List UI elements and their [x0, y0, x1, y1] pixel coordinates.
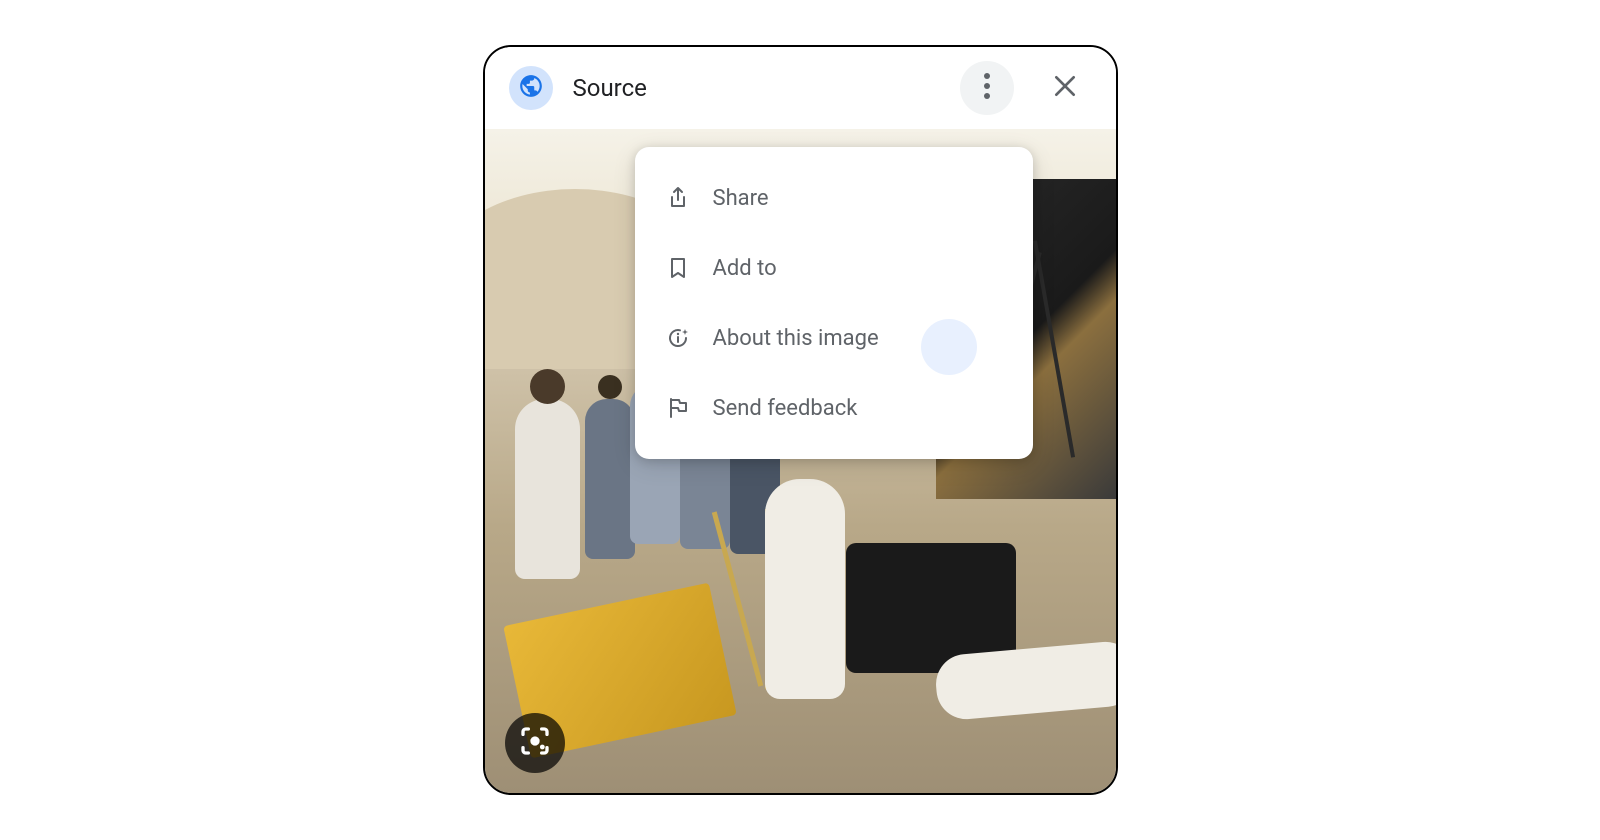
header-title: Source [573, 74, 960, 102]
flag-icon [665, 395, 691, 421]
close-button[interactable] [1038, 61, 1092, 115]
lens-icon [519, 725, 551, 761]
header-bar: Source [485, 47, 1116, 129]
menu-item-share[interactable]: Share [635, 163, 1033, 233]
menu-label: Share [713, 186, 769, 211]
menu-label: Add to [713, 256, 777, 281]
menu-item-send-feedback[interactable]: Send feedback [635, 373, 1033, 443]
globe-icon [518, 73, 544, 103]
menu-item-add-to[interactable]: Add to [635, 233, 1033, 303]
source-globe-badge [509, 66, 553, 110]
close-icon [1052, 73, 1078, 103]
bookmark-icon [665, 255, 691, 281]
more-options-button[interactable] [960, 61, 1014, 115]
highlight-indicator [921, 319, 977, 375]
more-options-menu: Share Add to About this image [635, 147, 1033, 459]
lens-search-button[interactable] [505, 713, 565, 773]
menu-label: Send feedback [713, 396, 858, 421]
menu-label: About this image [713, 326, 879, 351]
more-vertical-icon [984, 73, 990, 103]
image-viewer-card: Source [483, 45, 1118, 795]
info-sparkle-icon [665, 325, 691, 351]
share-icon [665, 185, 691, 211]
menu-item-about-image[interactable]: About this image [635, 303, 1033, 373]
